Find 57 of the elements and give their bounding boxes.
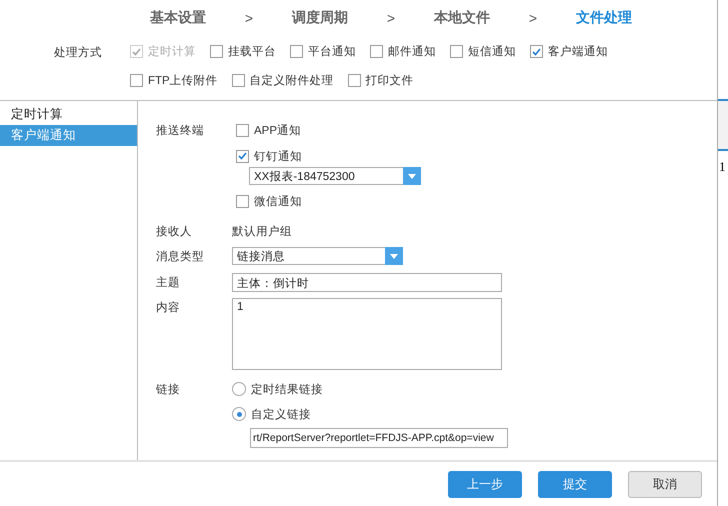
checkbox[interactable] bbox=[530, 45, 543, 58]
caret-icon bbox=[408, 174, 416, 178]
field-label: 链接 bbox=[156, 382, 181, 396]
url-field[interactable]: rt/ReportServer?reportlet=FFDJS-APP.cpt&op=view bbox=[250, 428, 508, 448]
checkbox[interactable] bbox=[370, 45, 383, 58]
checkbox-label: 短信通知 bbox=[468, 44, 516, 59]
cell-text: 1 bbox=[719, 159, 726, 175]
primary-button[interactable]: 上一步 bbox=[448, 470, 522, 498]
checkbox-label: 打印文件 bbox=[366, 74, 414, 88]
field-label: 推送终端 bbox=[156, 124, 205, 137]
step-separator: > bbox=[386, 10, 396, 26]
checkbox-label: 自定义附件处理 bbox=[250, 73, 334, 88]
dropdown-field[interactable]: XX报表-184752300 bbox=[249, 167, 421, 185]
checkbox-label: 平台通知 bbox=[308, 44, 356, 59]
content-field[interactable]: 1 bbox=[232, 298, 502, 370]
wizard-step[interactable]: 调度周期 bbox=[292, 8, 348, 26]
step-separator: > bbox=[528, 10, 538, 26]
dropdown-button[interactable] bbox=[385, 247, 403, 265]
sidebar-item[interactable]: 定时计算 bbox=[0, 104, 137, 125]
dropdown-field[interactable]: 链接消息 bbox=[232, 247, 403, 265]
checkbox-label: 定时计算 bbox=[148, 44, 196, 59]
checkbox-label: 挂载平台 bbox=[228, 44, 276, 59]
cancel-button[interactable]: 取消 bbox=[628, 470, 702, 498]
checkbox-label: 钉钉通知 bbox=[254, 150, 302, 164]
dropdown-button[interactable] bbox=[403, 167, 421, 185]
field-label: 处理方式 bbox=[54, 45, 103, 61]
checkbox[interactable] bbox=[450, 45, 463, 58]
radio-button[interactable] bbox=[232, 407, 246, 421]
checkbox[interactable] bbox=[232, 74, 245, 87]
checkbox[interactable] bbox=[236, 150, 249, 162]
checkbox[interactable] bbox=[210, 45, 223, 58]
field-label: 消息类型 bbox=[156, 250, 205, 263]
primary-button[interactable]: 提交 bbox=[538, 470, 612, 498]
checkbox-label: 客户端通知 bbox=[548, 44, 608, 59]
field-label: 内容 bbox=[156, 300, 181, 314]
wizard-step[interactable]: 文件处理 bbox=[576, 8, 632, 26]
recipient-value: 默认用户组 bbox=[232, 224, 292, 238]
field-label: 主题 bbox=[156, 275, 181, 289]
checkbox[interactable] bbox=[290, 45, 303, 58]
step-separator: > bbox=[244, 10, 254, 26]
table-header bbox=[718, 99, 728, 151]
wizard-step[interactable]: 本地文件 bbox=[434, 8, 490, 26]
wizard-step[interactable]: 基本设置 bbox=[150, 8, 206, 26]
checkbox-label: FTP上传附件 bbox=[148, 74, 218, 88]
radio-label: 自定义链接 bbox=[251, 407, 311, 422]
checkbox[interactable] bbox=[348, 74, 361, 87]
checkbox-label: 邮件通知 bbox=[388, 44, 436, 59]
radio-button[interactable] bbox=[232, 382, 246, 396]
subject-field[interactable]: 主体：倒计时 bbox=[232, 273, 502, 292]
checkbox-label: 微信通知 bbox=[254, 194, 302, 208]
checkbox-label: APP通知 bbox=[254, 124, 302, 138]
field-label: 接收人 bbox=[156, 224, 193, 238]
checkbox[interactable] bbox=[236, 194, 249, 208]
radio-label: 定时结果链接 bbox=[251, 382, 323, 396]
checkbox[interactable] bbox=[236, 124, 249, 136]
checkbox[interactable] bbox=[130, 74, 143, 87]
caret-icon bbox=[390, 254, 398, 258]
